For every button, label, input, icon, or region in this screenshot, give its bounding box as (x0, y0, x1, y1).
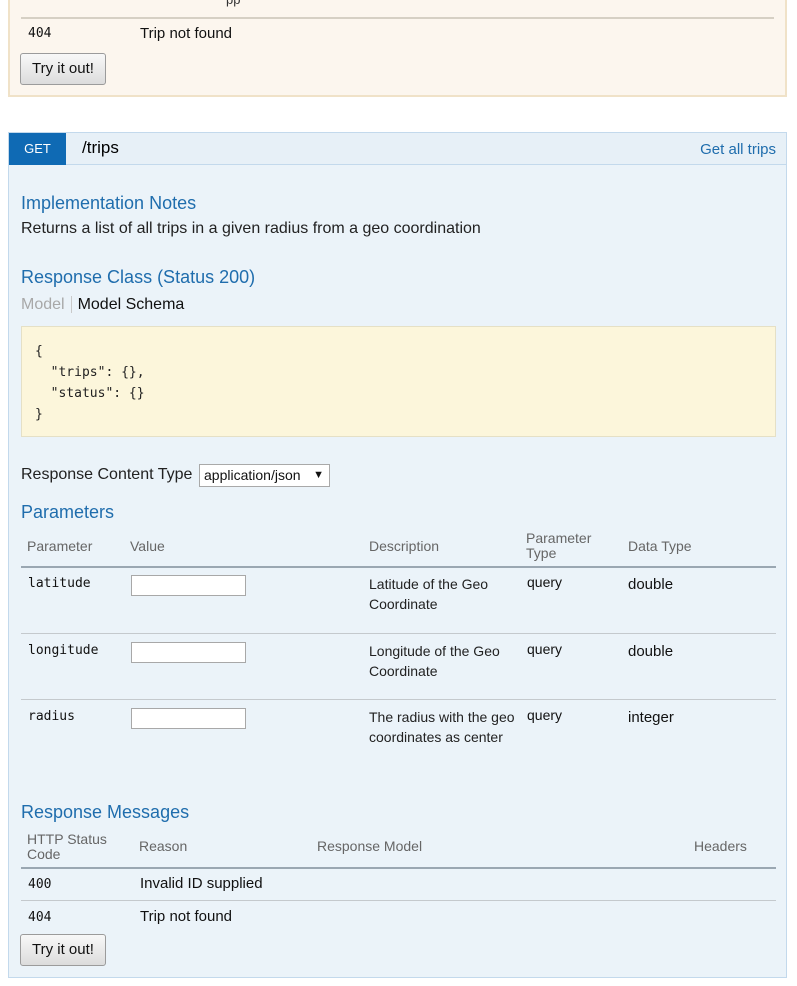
param-type: query (527, 574, 563, 590)
tab-model[interactable]: Model (21, 296, 72, 313)
operation-summary-link[interactable]: Get all trips (700, 141, 776, 158)
column-header-response-model: Response Model (317, 838, 423, 854)
param-name: latitude (28, 576, 91, 591)
operation-heading[interactable]: GET /trips Get all trips (9, 133, 786, 165)
param-description: Latitude of the Geo Coordinate (369, 576, 489, 612)
http-method-badge[interactable]: GET (9, 133, 66, 165)
table-row-divider (21, 699, 776, 700)
longitude-input[interactable] (131, 642, 246, 663)
try-it-out-button[interactable]: Try it out! (20, 53, 106, 85)
table-header-divider (21, 566, 776, 568)
column-header-description: Description (369, 538, 440, 554)
response-content-type-label: Response Content Type (21, 466, 193, 483)
column-header-http-status-code: HTTP Status Code (27, 831, 107, 862)
try-it-out-button[interactable]: Try it out! (20, 934, 106, 966)
radius-input[interactable] (131, 708, 246, 729)
previous-operation-panel: pp 404 Trip not found Try it out! (8, 0, 787, 97)
column-header-data-type: Data Type (628, 538, 692, 554)
response-class-heading: Response Class (Status 200) (21, 267, 256, 287)
response-code: 400 (28, 877, 52, 892)
param-data-type: integer (628, 709, 674, 726)
response-reason: Trip not found (140, 908, 232, 925)
implementation-notes-text: Returns a list of all trips in a given r… (21, 220, 481, 237)
param-name: radius (28, 709, 75, 724)
response-content-type-select[interactable]: application/json ▼ (199, 464, 330, 487)
latitude-input[interactable] (131, 575, 246, 596)
dropdown-arrow-icon: ▼ (313, 469, 324, 481)
column-header-parameter: Parameter (27, 538, 93, 554)
column-header-reason: Reason (139, 838, 188, 854)
table-header-divider (21, 867, 776, 869)
operation-path[interactable]: /trips (82, 138, 119, 158)
column-header-value: Value (130, 538, 165, 554)
column-header-headers: Headers (694, 838, 747, 854)
response-reason: Trip not found (140, 25, 232, 42)
table-divider (21, 17, 774, 19)
response-code: 404 (28, 910, 52, 925)
model-tabs: Model Model Schema (21, 296, 184, 314)
tab-model-schema[interactable]: Model Schema (72, 296, 185, 313)
param-data-type: double (628, 576, 674, 593)
param-name: longitude (28, 643, 99, 658)
param-data-type: double (628, 643, 674, 660)
param-description: Longitude of the Geo Coordinate (369, 643, 500, 679)
response-code: 404 (28, 26, 52, 41)
response-reason: Invalid ID supplied (140, 875, 263, 892)
table-row-divider (21, 633, 776, 634)
implementation-notes-heading: Implementation Notes (21, 193, 197, 213)
param-type: query (527, 641, 563, 657)
parameters-heading: Parameters (21, 502, 115, 522)
operation-panel-get-trips: GET /trips Get all trips Implementation … (8, 132, 787, 978)
param-description: The radius with the geo coordinates as c… (369, 709, 515, 745)
cut-off-text: pp (226, 0, 240, 7)
column-header-parameter-type: Parameter Type (526, 530, 592, 561)
table-row-divider (21, 900, 776, 901)
model-schema-snippet[interactable]: { "trips": {}, "status": {} } (21, 326, 776, 437)
response-messages-heading: Response Messages (21, 802, 190, 822)
selected-content-type: application/json (204, 467, 301, 483)
param-type: query (527, 707, 563, 723)
